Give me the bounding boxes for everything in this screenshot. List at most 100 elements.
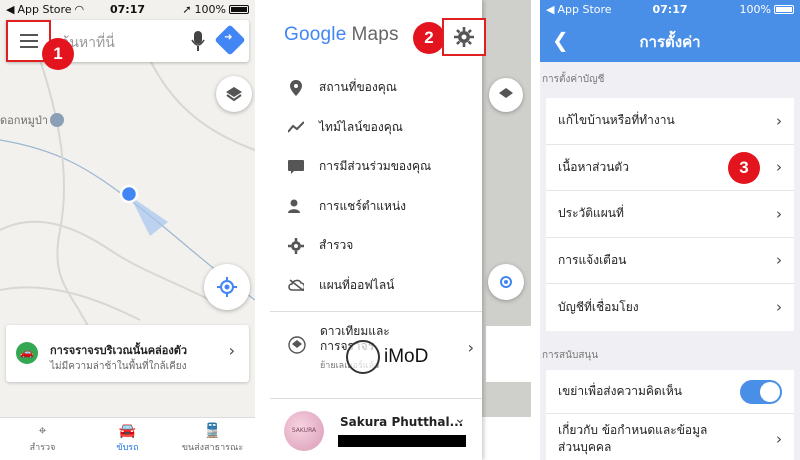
logo-maps: Maps — [351, 24, 399, 45]
microphone-icon[interactable] — [191, 30, 205, 52]
tab-label: สำรวจ — [29, 443, 56, 453]
row-label: บัญชีที่เชื่อมโยง — [558, 299, 639, 314]
imod-logo-icon — [346, 340, 380, 374]
account-switcher[interactable]: SAKURA Sakura Phutthal... ⌄ — [270, 398, 482, 460]
chevron-right-icon: › — [776, 111, 782, 130]
menu-label: การแชร์ตำแหน่ง — [319, 198, 407, 213]
settings-row-edit-home-work[interactable]: แก้ไขบ้านหรือที่ทำงาน › — [546, 98, 794, 145]
status-right: ➚ 100% — [182, 3, 249, 16]
directions-button[interactable]: ➜ — [214, 24, 246, 56]
side-drawer: Google Maps สถานที่ของคุณ ไทม์ไลน์ของคุณ … — [270, 0, 482, 460]
logo-google: Google — [284, 24, 347, 45]
settings-row-about-terms[interactable]: เกี่ยวกับ ข้อกำหนดและข้อมูล ส่วนบุคคล › — [546, 414, 794, 460]
menu-item-explore[interactable]: สำรวจ — [270, 226, 482, 266]
map-background[interactable] — [0, 0, 255, 460]
status-bar: ◀ App Store 07:17 100% — [540, 0, 800, 18]
map-dimmed-strip[interactable] — [482, 0, 531, 460]
chevron-right-icon: › — [776, 298, 782, 317]
section-header-account: การตั้งค่าบัญชี — [542, 74, 605, 85]
wifi-icon: ◠ — [74, 2, 85, 16]
chevron-right-icon: › — [776, 204, 782, 223]
directions-arrow-icon: ➜ — [224, 32, 233, 44]
menu-item-contributions[interactable]: การมีส่วนร่วมของคุณ — [270, 147, 482, 187]
tab-driving[interactable]: 🚘 ขับรถ — [85, 418, 170, 460]
step-badge-1: 1 — [42, 38, 74, 70]
drawer-screen: Google Maps สถานที่ของคุณ ไทม์ไลน์ของคุณ … — [270, 0, 531, 460]
status-left: ◀ App Store ◠ — [6, 3, 84, 16]
step-badge-2: 2 — [413, 22, 445, 54]
chevron-right-icon: › — [776, 158, 782, 177]
chevron-down-icon[interactable]: ⌄ — [454, 411, 466, 427]
timeline-icon — [288, 119, 304, 135]
settings-row-notifications[interactable]: การแจ้งเตือน › — [546, 238, 794, 284]
poi-icon — [50, 113, 65, 127]
bottom-nav-dimmed — [482, 417, 531, 460]
menu-label: แผนที่ออฟไลน์ — [319, 277, 395, 292]
chevron-right-icon: › — [228, 341, 235, 360]
back-arrow-icon[interactable]: ◀ — [546, 3, 554, 16]
shake-feedback-toggle[interactable] — [740, 379, 782, 404]
place-pin-icon — [288, 79, 304, 96]
row-label: เขย่าเพื่อส่งความคิดเห็น — [558, 384, 682, 398]
back-app-label[interactable]: App Store — [17, 3, 71, 16]
battery-percent: 100% — [739, 2, 771, 16]
settings-button[interactable] — [442, 18, 486, 56]
map-screen: ◀ App Store ◠ 07:17 ➚ 100% ค้นหาที่นี่ ➜… — [0, 0, 255, 460]
my-location-button[interactable] — [204, 264, 250, 310]
tab-transit[interactable]: 🚆 ขนส่งสาธารณะ — [170, 418, 255, 460]
account-settings-list: แก้ไขบ้านหรือที่ทำงาน › เนื้อหาส่วนตัว › 3… — [546, 98, 794, 331]
location-share-icon — [288, 198, 304, 214]
row-label: เนื้อหาส่วนตัว — [558, 159, 629, 174]
layers-circle-icon — [288, 336, 306, 358]
status-bar: ◀ App Store ◠ 07:17 ➚ 100% — [0, 0, 255, 18]
battery-percent: 100% — [194, 2, 226, 16]
about-line2: ส่วนบุคคล — [558, 440, 612, 454]
settings-row-personal-content[interactable]: เนื้อหาส่วนตัว › 3 — [546, 145, 794, 191]
battery-icon — [774, 4, 794, 14]
step-badge-3: 3 — [728, 151, 760, 184]
page-title: การตั้งค่า — [639, 33, 701, 51]
menu-label: สถานที่ของคุณ — [319, 80, 397, 95]
chevron-right-icon: › — [776, 430, 782, 448]
back-app-label[interactable]: App Store — [557, 3, 611, 16]
layers-button[interactable] — [216, 76, 252, 112]
menu-divider — [270, 311, 482, 312]
satellite-traffic-line1: ดาวเทียมและ — [320, 324, 390, 338]
settings-row-linked-accounts[interactable]: บัญชีที่เชื่อมโยง › — [546, 284, 794, 331]
menu-item-offline-maps[interactable]: แผนที่ออฟไลน์ — [270, 266, 482, 306]
chevron-right-icon: › — [776, 251, 782, 270]
layers-button-dimmed[interactable] — [489, 78, 523, 112]
offline-cloud-icon — [288, 277, 304, 293]
back-arrow-icon[interactable]: ◀ — [6, 3, 14, 16]
traffic-card[interactable]: 🚗 การจราจรบริเวณนั้นคล่องตัว ไม่มีความล่… — [6, 325, 249, 382]
car-icon: 🚘 — [118, 423, 137, 439]
map-place-label[interactable]: ดอกหมูป่า — [0, 111, 65, 129]
about-line1: เกี่ยวกับ ข้อกำหนดและข้อมูล — [558, 423, 708, 437]
menu-label: ไทม์ไลน์ของคุณ — [319, 119, 403, 134]
tab-label: ขับรถ — [116, 443, 139, 453]
tab-explore[interactable]: ⌖ สำรวจ — [0, 418, 85, 460]
contribute-icon — [288, 159, 304, 175]
row-label: แก้ไขบ้านหรือที่ทำงาน — [558, 113, 675, 128]
bottom-navigation: ⌖ สำรวจ 🚘 ขับรถ 🚆 ขนส่งสาธารณะ — [0, 417, 255, 460]
settings-screen: ◀ App Store 07:17 100% ❮ การตั้งค่า การต… — [540, 0, 800, 460]
watermark-text: iMoD — [384, 346, 429, 367]
battery-icon — [229, 4, 249, 14]
settings-row-maps-history[interactable]: ประวัติแผนที่ › — [546, 191, 794, 238]
status-left: ◀ App Store — [546, 3, 612, 16]
explore-icon: ⌖ — [38, 423, 47, 439]
settings-row-shake-feedback: เขย่าเพื่อส่งความคิดเห็น — [546, 370, 794, 414]
menu-item-timeline[interactable]: ไทม์ไลน์ของคุณ — [270, 108, 482, 148]
transit-icon: 🚆 — [203, 423, 222, 439]
my-location-button-dimmed[interactable] — [488, 264, 524, 300]
imod-watermark: iMoD — [346, 340, 428, 374]
menu-item-location-sharing[interactable]: การแชร์ตำแหน่ง — [270, 187, 482, 227]
support-settings-list: เขย่าเพื่อส่งความคิดเห็น เกี่ยวกับ ข้อกำ… — [546, 370, 794, 460]
traffic-card-dimmed[interactable] — [486, 326, 531, 382]
car-icon: 🚗 — [16, 342, 38, 364]
crosshair-icon — [500, 276, 512, 288]
menu-label: การมีส่วนร่วมของคุณ — [319, 159, 432, 174]
traffic-title: การจราจรบริเวณนั้นคล่องตัว — [50, 344, 188, 357]
menu-item-your-places[interactable]: สถานที่ของคุณ — [270, 68, 482, 108]
crosshair-icon — [217, 277, 237, 297]
